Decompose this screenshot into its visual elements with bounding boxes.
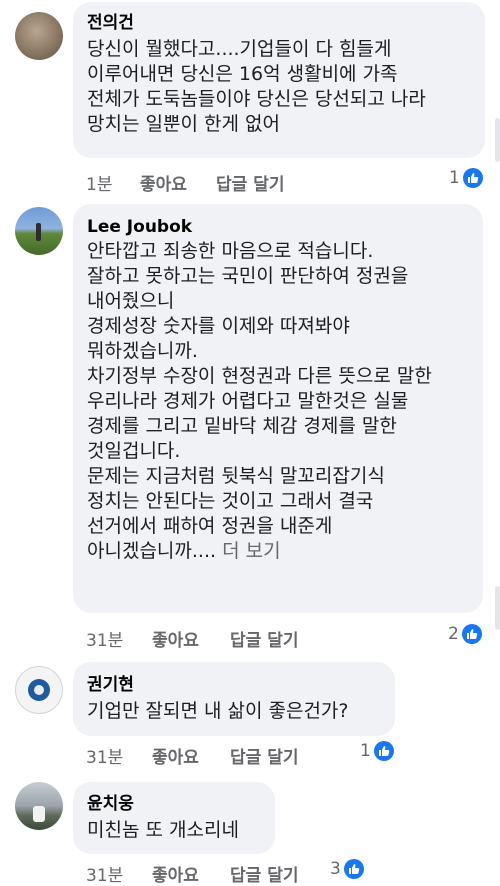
reply-button[interactable]: 답글 달기 [230,626,298,651]
comment-text: 당신이 뭘했다고....기업들이 다 힘들게 이루어내면 당신은 16억 생활비… [87,37,426,137]
comment-author[interactable]: 윤치웅 [87,793,134,815]
reaction-number: 3 [330,859,341,879]
like-button[interactable]: 좋아요 [152,743,199,768]
comment-bubble: 윤치웅 미친놈 또 개소리네 [73,782,275,854]
comment-line: 내어줬으니 [87,290,175,312]
like-button[interactable]: 좋아요 [152,861,199,886]
comment-line: 미친놈 또 개소리네 [87,819,239,841]
like-thumbs-up-icon [461,624,482,644]
comment-line: 잘하고 못하고는 국민이 판단하여 정권을 [87,265,409,287]
scrollbar-track[interactable] [495,118,500,162]
like-button[interactable]: 좋아요 [140,170,187,195]
comment-line: 정치는 안된다는 것이고 그래서 결국 [87,490,374,512]
reply-button[interactable]: 답글 달기 [216,170,284,195]
reply-button[interactable]: 답글 달기 [230,743,298,768]
comment-bubble: Lee Joubok 안타깝고 죄송한 마음으로 적습니다. 잘하고 못하고는 … [73,204,483,613]
comment-line: 기업만 잘되면 내 삶이 좋은건가? [87,700,349,722]
avatar[interactable] [15,666,63,714]
comment-line: 이루어내면 당신은 16억 생활비에 가족 [87,63,398,85]
comment-line: 당신이 뭘했다고....기업들이 다 힘들게 [87,38,392,60]
comment-time[interactable]: 31분 [86,861,123,886]
comment-line: 것일겁니다. [87,440,181,462]
reaction-number: 1 [449,168,460,188]
like-thumbs-up-icon [343,859,364,879]
avatar[interactable] [15,207,63,255]
reaction-count[interactable]: 1 [449,168,483,188]
comment-line: 경제성장 숫자를 이제와 따져봐야 [87,315,350,337]
comment-line: 안타깝고 죄송한 마음으로 적습니다. [87,240,374,262]
scrollbar-track[interactable] [495,586,500,630]
comment-line: 아니겠습니까.... 더 보기 [87,539,432,564]
see-more-link[interactable]: 더 보기 [222,540,280,562]
reply-button[interactable]: 답글 달기 [230,861,298,886]
comment-line: 경제를 그리고 밑바닥 체감 경제를 말한 [87,415,397,437]
comment-line-text: 아니겠습니까.... [87,540,217,562]
comment-text: 미친놈 또 개소리네 [87,818,239,843]
comment-time[interactable]: 1분 [86,170,112,195]
reaction-count[interactable]: 1 [360,741,394,761]
comment-line: 전체가 도둑놈들이야 당신은 당선되고 나라 [87,88,426,110]
comment-line: 차기정부 수장이 현정권과 다른 뜻으로 말한 [87,365,432,387]
like-thumbs-up-icon [462,168,483,188]
comment-line: 망치는 일뿐이 한게 없어 [87,113,280,135]
avatar[interactable] [15,12,63,60]
comment-line: 뭐하겠습니까. [87,340,198,362]
comment-line: 문제는 지금처럼 뒷북식 말꼬리잡기식 [87,465,385,487]
comment-line: 우리나라 경제가 어렵다고 말한것은 실물 [87,390,409,412]
like-thumbs-up-icon [373,741,394,761]
comment-text: 안타깝고 죄송한 마음으로 적습니다. 잘하고 못하고는 국민이 판단하여 정권… [87,239,432,564]
comment-author[interactable]: 권기현 [87,674,134,696]
reaction-count[interactable]: 3 [330,859,364,879]
comment-bubble: 전의건 당신이 뭘했다고....기업들이 다 힘들게 이루어내면 당신은 16억… [73,2,485,158]
reaction-count[interactable]: 2 [448,624,482,644]
avatar[interactable] [15,782,63,830]
comment-author[interactable]: Lee Joubok [87,216,192,238]
reaction-number: 1 [360,741,371,761]
comment-time[interactable]: 31분 [86,743,123,768]
like-button[interactable]: 좋아요 [152,626,199,651]
comment-time[interactable]: 31분 [86,626,123,651]
reaction-number: 2 [448,624,459,644]
comment-author[interactable]: 전의건 [87,12,134,34]
comment-bubble: 권기현 기업만 잘되면 내 삶이 좋은건가? [73,662,395,736]
comment-text: 기업만 잘되면 내 삶이 좋은건가? [87,699,348,724]
comment-line: 선거에서 패하여 정권을 내준게 [87,515,333,537]
